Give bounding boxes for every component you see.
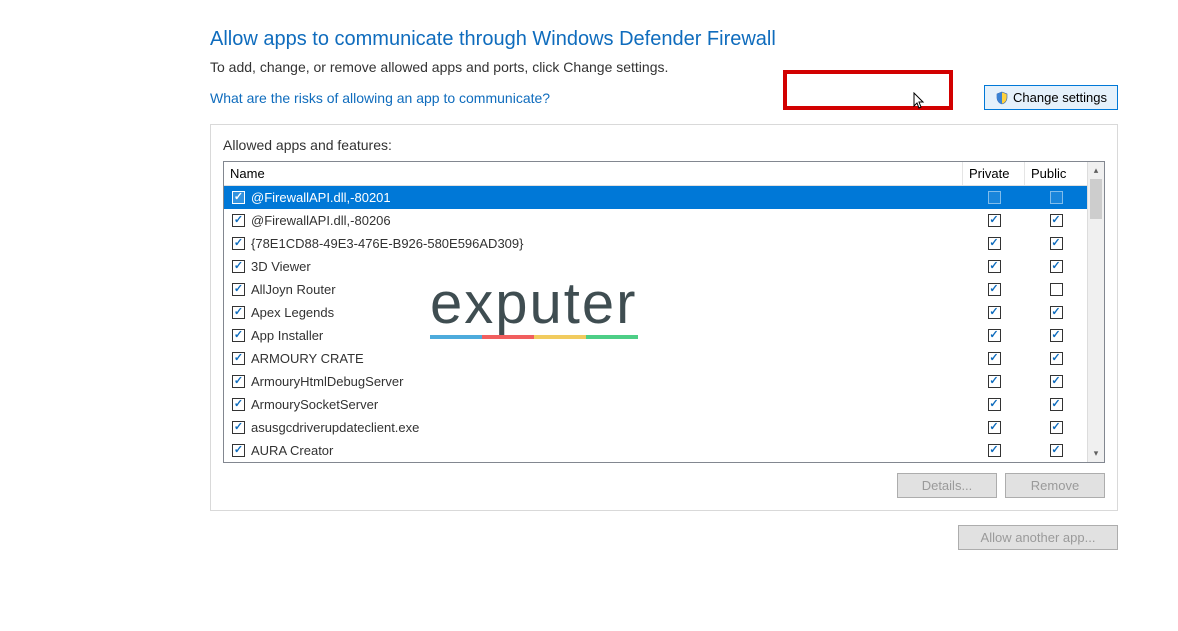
app-name: asusgcdriverupdateclient.exe	[251, 420, 419, 435]
private-checkbox[interactable]	[988, 306, 1001, 319]
app-name: {78E1CD88-49E3-476E-B926-580E596AD309}	[251, 236, 523, 251]
enable-checkbox[interactable]	[232, 375, 245, 388]
private-checkbox[interactable]	[988, 375, 1001, 388]
public-checkbox[interactable]	[1050, 237, 1063, 250]
scroll-thumb[interactable]	[1090, 179, 1102, 219]
app-name: AllJoyn Router	[251, 282, 336, 297]
table-row[interactable]: Apex Legends	[224, 301, 1087, 324]
private-checkbox[interactable]	[988, 214, 1001, 227]
table-row[interactable]: asusgcdriverupdateclient.exe	[224, 416, 1087, 439]
change-settings-button[interactable]: Change settings	[984, 85, 1118, 110]
table-row[interactable]: ArmouryHtmlDebugServer	[224, 370, 1087, 393]
remove-button[interactable]: Remove	[1005, 473, 1105, 498]
private-checkbox[interactable]	[988, 283, 1001, 296]
shield-icon	[995, 91, 1009, 105]
scroll-down-button[interactable]: ▾	[1088, 445, 1104, 462]
group-label: Allowed apps and features:	[223, 137, 1105, 153]
app-name: Apex Legends	[251, 305, 334, 320]
table-row[interactable]: ArmourySocketServer	[224, 393, 1087, 416]
public-checkbox[interactable]	[1050, 375, 1063, 388]
apps-list: Name Private Public @FirewallAPI.dll,-80…	[223, 161, 1105, 463]
scroll-track[interactable]	[1088, 179, 1104, 445]
table-row[interactable]: {78E1CD88-49E3-476E-B926-580E596AD309}	[224, 232, 1087, 255]
col-name[interactable]: Name	[224, 162, 963, 185]
public-checkbox[interactable]	[1050, 260, 1063, 273]
enable-checkbox[interactable]	[232, 329, 245, 342]
col-public[interactable]: Public	[1025, 162, 1087, 185]
private-checkbox[interactable]	[988, 352, 1001, 365]
table-row[interactable]: @FirewallAPI.dll,-80206	[224, 209, 1087, 232]
public-checkbox[interactable]	[1050, 283, 1063, 296]
enable-checkbox[interactable]	[232, 237, 245, 250]
allowed-apps-group: Allowed apps and features: Name Private …	[210, 124, 1118, 511]
table-row[interactable]: @FirewallAPI.dll,-80201	[224, 186, 1087, 209]
allow-another-app-button[interactable]: Allow another app...	[958, 525, 1118, 550]
public-checkbox[interactable]	[1050, 352, 1063, 365]
page-title: Allow apps to communicate through Window…	[210, 28, 1118, 51]
private-checkbox[interactable]	[988, 444, 1001, 457]
enable-checkbox[interactable]	[232, 306, 245, 319]
private-checkbox[interactable]	[988, 237, 1001, 250]
enable-checkbox[interactable]	[232, 398, 245, 411]
private-checkbox[interactable]	[988, 191, 1001, 204]
public-checkbox[interactable]	[1050, 191, 1063, 204]
app-name: ArmourySocketServer	[251, 397, 378, 412]
enable-checkbox[interactable]	[232, 191, 245, 204]
public-checkbox[interactable]	[1050, 398, 1063, 411]
table-row[interactable]: ARMOURY CRATE	[224, 347, 1087, 370]
public-checkbox[interactable]	[1050, 444, 1063, 457]
scrollbar[interactable]: ▴ ▾	[1087, 162, 1104, 462]
change-settings-label: Change settings	[1013, 90, 1107, 105]
app-name: ArmouryHtmlDebugServer	[251, 374, 403, 389]
app-name: AURA Creator	[251, 443, 333, 458]
enable-checkbox[interactable]	[232, 444, 245, 457]
table-header: Name Private Public	[224, 162, 1087, 186]
col-private[interactable]: Private	[963, 162, 1025, 185]
app-name: ARMOURY CRATE	[251, 351, 364, 366]
enable-checkbox[interactable]	[232, 283, 245, 296]
scroll-up-button[interactable]: ▴	[1088, 162, 1104, 179]
enable-checkbox[interactable]	[232, 214, 245, 227]
public-checkbox[interactable]	[1050, 329, 1063, 342]
app-name: @FirewallAPI.dll,-80206	[251, 213, 391, 228]
details-button[interactable]: Details...	[897, 473, 997, 498]
table-row[interactable]: 3D Viewer	[224, 255, 1087, 278]
enable-checkbox[interactable]	[232, 260, 245, 273]
table-row[interactable]: App Installer	[224, 324, 1087, 347]
table-row[interactable]: AllJoyn Router	[224, 278, 1087, 301]
page-subtitle: To add, change, or remove allowed apps a…	[210, 59, 1118, 75]
table-row[interactable]: AURA Creator	[224, 439, 1087, 462]
risk-link[interactable]: What are the risks of allowing an app to…	[210, 90, 550, 106]
public-checkbox[interactable]	[1050, 306, 1063, 319]
private-checkbox[interactable]	[988, 398, 1001, 411]
enable-checkbox[interactable]	[232, 352, 245, 365]
private-checkbox[interactable]	[988, 260, 1001, 273]
public-checkbox[interactable]	[1050, 421, 1063, 434]
enable-checkbox[interactable]	[232, 421, 245, 434]
public-checkbox[interactable]	[1050, 214, 1063, 227]
private-checkbox[interactable]	[988, 421, 1001, 434]
private-checkbox[interactable]	[988, 329, 1001, 342]
app-name: 3D Viewer	[251, 259, 311, 274]
app-name: App Installer	[251, 328, 323, 343]
app-name: @FirewallAPI.dll,-80201	[251, 190, 391, 205]
